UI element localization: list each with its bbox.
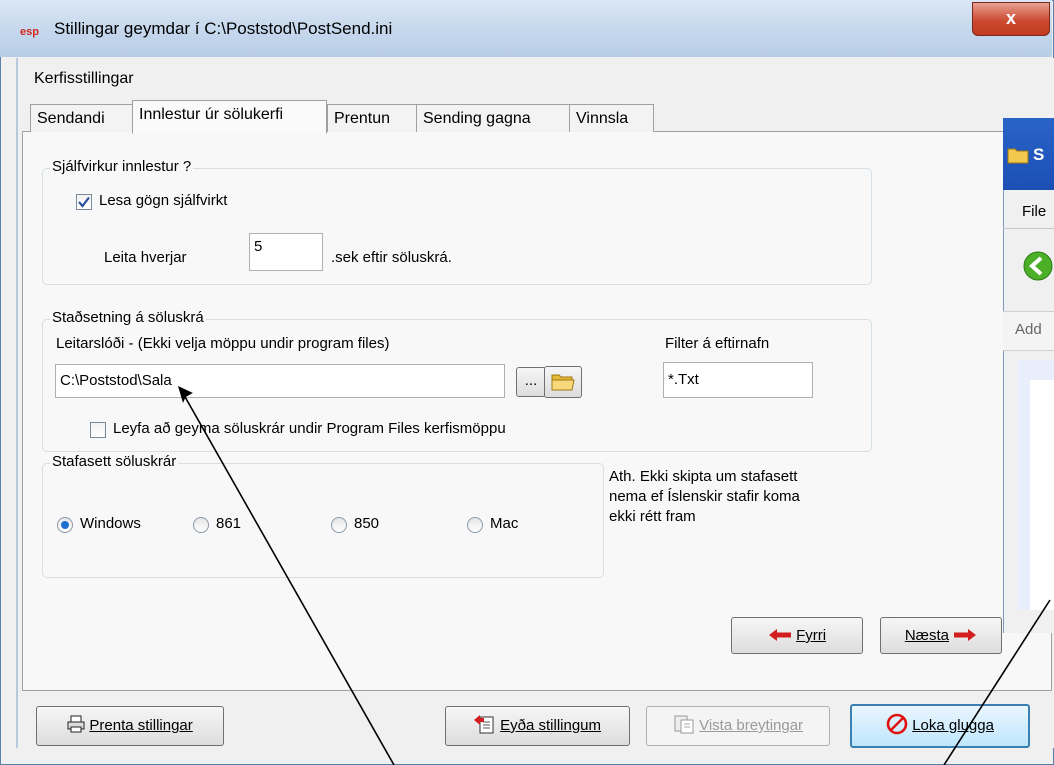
close-window-button[interactable]: Loka glugga [850, 704, 1030, 748]
tab-prentun[interactable]: Prentun [327, 104, 417, 132]
charset-group-label: Stafasett söluskrár [50, 453, 179, 470]
background-list [1030, 380, 1054, 610]
filter-input[interactable]: *.Txt [663, 362, 813, 398]
svg-text:esp: esp [20, 26, 39, 38]
radio-windows-label: Windows [80, 515, 141, 532]
allow-program-files-label: Leyfa að geyma söluskrár undir Program F… [113, 420, 506, 437]
checkmark-icon [78, 196, 90, 208]
radio-mac[interactable] [467, 517, 483, 533]
interval-label: Leita hverjar [104, 249, 187, 266]
auto-read-checkbox[interactable] [76, 194, 92, 210]
window-close-button[interactable]: x [972, 2, 1050, 36]
tab-innlestur[interactable]: Innlestur úr sölukerfi [132, 100, 327, 134]
save-changes-label: Vista breytingar [699, 717, 804, 734]
background-menu-file[interactable]: File [1022, 203, 1046, 220]
folder-icon [551, 374, 575, 391]
folder-icon [1007, 148, 1029, 164]
auto-import-group-label: Sjálfvirkur innlestur ? [50, 158, 194, 175]
back-arrow-icon[interactable] [1022, 250, 1054, 282]
path-label: Leitarslóði - (Ekki velja möppu undir pr… [56, 335, 390, 352]
prev-button-label: Fyrri [796, 627, 827, 644]
print-settings-label: Prenta stillingar [89, 717, 193, 734]
path-input[interactable]: C:\Poststod\Sala [55, 364, 505, 398]
charset-note-line: Ath. Ekki skipta um stafasett [609, 468, 798, 485]
window-title: Stillingar geymdar í C:\Poststod\PostSen… [54, 19, 393, 38]
save-document-icon [674, 715, 694, 734]
next-button[interactable]: Næsta [880, 617, 1002, 654]
charset-note-line: nema ef Íslenskir stafir koma [609, 488, 800, 505]
background-window-titlebar[interactable]: S [1003, 118, 1054, 190]
interval-input[interactable]: 5 [249, 233, 323, 271]
interval-suffix: .sek eftir söluskrá. [331, 249, 452, 266]
save-changes-button[interactable]: Vista breytingar [646, 706, 830, 746]
prev-button[interactable]: Fyrri [731, 617, 863, 654]
radio-850-label: 850 [354, 515, 380, 532]
radio-mac-label: Mac [490, 515, 519, 532]
charset-note: Ath. Ekki skipta um stafasett nema ef Ís… [609, 467, 800, 527]
radio-861[interactable] [193, 517, 209, 533]
app-logo-icon: esp [20, 26, 39, 38]
background-divider [1003, 228, 1054, 229]
printer-icon [67, 715, 85, 733]
next-button-label: Næsta [904, 627, 949, 644]
tab-vinnsla[interactable]: Vinnsla [569, 104, 654, 132]
tab-sending-gagna[interactable]: Sending gagna [416, 104, 570, 132]
auto-read-label: Lesa gögn sjálfvirkt [99, 192, 228, 209]
delete-settings-label: Eyða stillingum [500, 717, 602, 734]
print-settings-button[interactable]: Prenta stillingar [36, 706, 224, 746]
tab-sendandi[interactable]: Sendandi [30, 104, 133, 132]
arrow-right-icon [954, 629, 977, 641]
allow-program-files-checkbox[interactable] [90, 422, 106, 438]
auto-import-group [42, 168, 872, 285]
arrow-left-icon [768, 629, 791, 641]
background-window-title: S [1033, 145, 1045, 164]
close-window-label: Loka glugga [912, 717, 994, 734]
delete-settings-button[interactable]: Eyða stillingum [445, 706, 630, 746]
open-folder-button[interactable] [544, 366, 582, 398]
background-address-label: Add [1015, 321, 1042, 338]
section-label: Kerfisstillingar [34, 70, 134, 87]
filter-label: Filter á eftirnafn [665, 335, 770, 352]
no-entry-icon [886, 713, 908, 735]
delete-document-icon [473, 715, 494, 734]
browse-button[interactable]: ... [516, 367, 546, 397]
location-group-label: Staðsetning á söluskrá [50, 309, 206, 326]
radio-861-label: 861 [216, 515, 242, 532]
radio-windows[interactable] [57, 517, 73, 533]
radio-850[interactable] [331, 517, 347, 533]
charset-note-line: ekki rétt fram [609, 508, 696, 525]
